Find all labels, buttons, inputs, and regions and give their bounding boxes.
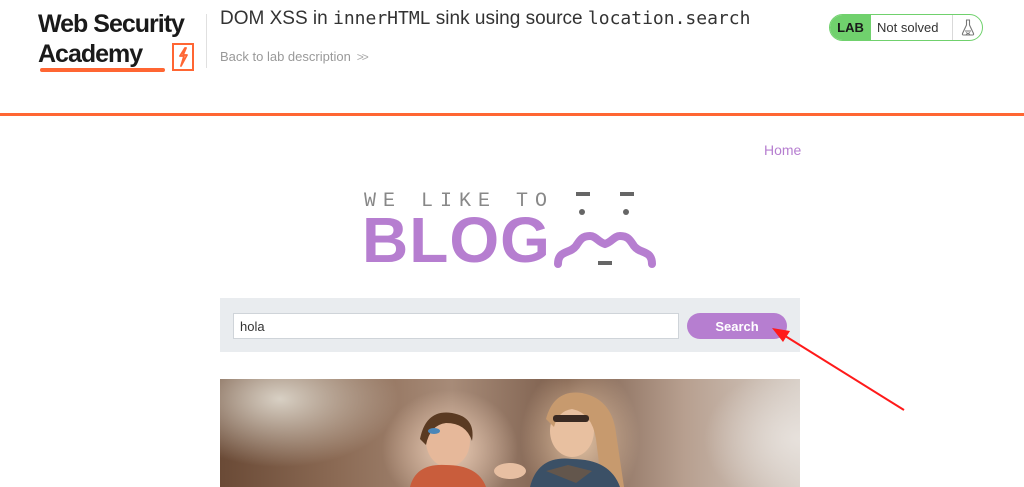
back-link-label: Back to lab description [220,49,351,64]
header-divider [206,14,207,68]
lab-title-prefix: DOM XSS in [220,8,333,29]
search-panel: Search [220,298,800,352]
blog-post-image[interactable] [220,379,800,487]
lab-title-code-source: location.search [587,8,751,29]
post-image-scene [410,392,624,487]
web-security-academy-logo[interactable]: Web Security Academy [38,10,208,74]
header-accent-rule [0,113,1024,116]
nav-home-link[interactable]: Home [764,142,801,158]
logo-line1: Web Security [38,10,185,38]
double-chevron-right-icon: >> [356,50,369,64]
lab-title: DOM XSS in innerHTML sink using source l… [220,8,750,30]
blog-banner: WE LIKE TO BLOG [362,188,662,273]
flask-icon [952,15,982,40]
academy-header: Web Security Academy DOM XSS in innerHTM… [0,0,1024,116]
lab-title-code-sink: innerHTML [332,8,431,29]
lab-badge: LAB [830,15,871,40]
lab-status-text: Not solved [877,20,939,35]
search-input[interactable] [233,313,679,339]
search-button[interactable]: Search [687,313,787,339]
curly-brace-face-icon [554,192,656,268]
logo-bolt-icon [172,43,194,71]
lab-title-middle: sink using source [430,8,588,29]
back-to-lab-description-link[interactable]: Back to lab description >> [220,49,369,64]
logo-underline [40,68,165,72]
banner-blog-word: BLOG [362,204,551,276]
lab-status-widget: LAB Not solved [829,14,983,41]
logo-line2: Academy [38,40,143,68]
